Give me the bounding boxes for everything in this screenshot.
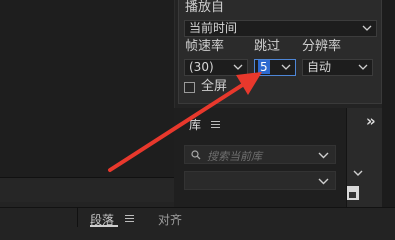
chevron-down-icon xyxy=(358,64,368,70)
skip-label: 跳过 xyxy=(254,39,281,54)
chevron-down-icon xyxy=(362,25,372,31)
panel-divider xyxy=(77,207,78,227)
library-menu-icon[interactable] xyxy=(211,121,220,129)
resolution-label: 分辨率 xyxy=(302,39,342,54)
search-icon xyxy=(191,150,201,160)
paragraph-menu-icon[interactable] xyxy=(125,215,134,223)
library-search-input[interactable]: 搜索当前库 xyxy=(184,145,336,164)
autoplay-label: 播放自 xyxy=(185,0,225,15)
chevron-down-icon xyxy=(318,178,329,185)
search-placeholder: 搜索当前库 xyxy=(207,150,262,163)
active-tab-indicator xyxy=(90,225,118,227)
skip-value: 5 xyxy=(258,60,270,74)
framerate-value: (30) xyxy=(189,60,214,74)
resolution-select[interactable]: 自动 xyxy=(302,59,373,76)
library-dropdown[interactable] xyxy=(184,171,336,190)
chevron-down-icon xyxy=(233,64,243,70)
autoplay-value: 当前时间 xyxy=(189,21,238,35)
expand-panels-icon[interactable]: » xyxy=(366,112,376,130)
workspace-panel xyxy=(0,0,175,177)
workspace-footer-strip xyxy=(0,177,174,202)
skip-select[interactable]: 5 xyxy=(254,59,296,76)
resolution-value: 自动 xyxy=(307,60,332,74)
chevron-down-icon xyxy=(281,64,291,70)
framerate-select[interactable]: (30) xyxy=(184,59,248,76)
framerate-label: 帧速率 xyxy=(185,39,225,54)
playback-options-popup: 播放自 当前时间 帧速率 跳过 分辨率 (30) 5 自动 全屏 xyxy=(178,0,382,104)
library-title: 库 xyxy=(189,118,202,132)
document-icon[interactable] xyxy=(347,186,359,200)
window-right-edge xyxy=(382,0,395,227)
chevron-down-icon[interactable] xyxy=(352,167,364,179)
tab-align[interactable]: 对齐 xyxy=(158,211,182,228)
fullscreen-checkbox[interactable] xyxy=(184,82,195,93)
autoplay-select[interactable]: 当前时间 xyxy=(184,20,377,37)
app-window: 播放自 当前时间 帧速率 跳过 分辨率 (30) 5 自动 全屏 库 » 搜索当… xyxy=(0,0,395,228)
chevron-down-icon[interactable] xyxy=(318,149,329,161)
fullscreen-label: 全屏 xyxy=(201,79,228,94)
bottom-panel-bar xyxy=(0,207,395,228)
